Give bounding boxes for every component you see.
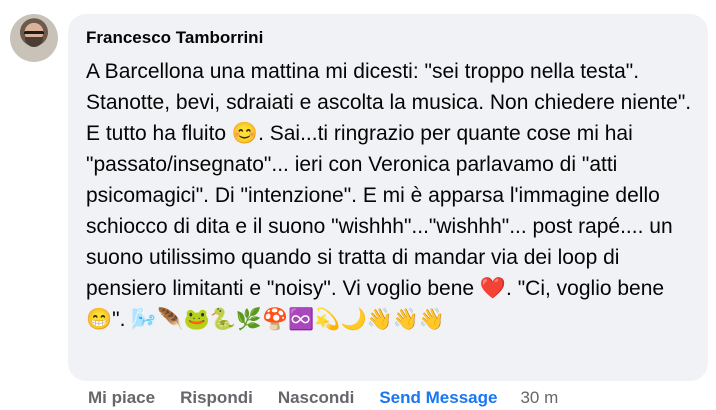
comment-author[interactable]: Francesco Tamborrini — [86, 28, 692, 48]
comment-actions: Mi piace Rispondi Nascondi Send Message … — [88, 386, 558, 410]
comment-bubble: Francesco Tamborrini A Barcellona una ma… — [68, 14, 708, 381]
avatar[interactable] — [10, 14, 58, 62]
comment-view: Francesco Tamborrini A Barcellona una ma… — [0, 0, 716, 410]
avatar-beard-icon — [25, 37, 43, 47]
comment-timestamp: 30 m — [520, 388, 559, 407]
comment-text: A Barcellona una mattina mi dicesti: "se… — [86, 60, 697, 331]
like-button[interactable]: Mi piace — [88, 388, 155, 408]
hide-button[interactable]: Nascondi — [278, 388, 355, 408]
reply-button[interactable]: Rispondi — [180, 388, 253, 408]
send-message-button[interactable]: Send Message — [379, 388, 497, 408]
